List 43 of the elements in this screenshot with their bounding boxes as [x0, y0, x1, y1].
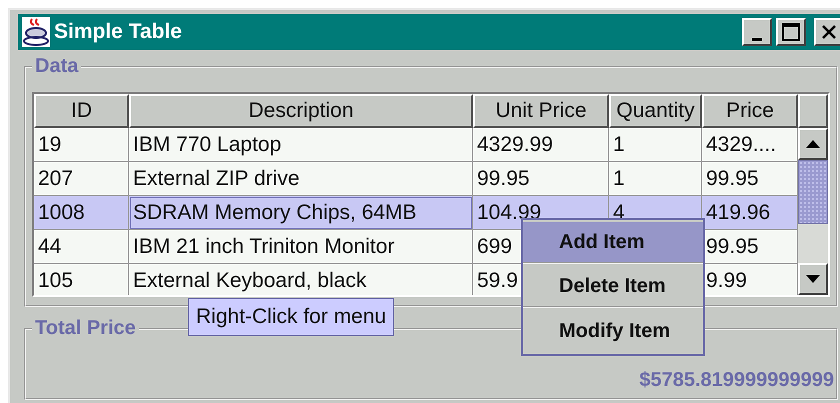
close-button[interactable] [814, 18, 840, 46]
total-price: $5785.819999999999 [639, 369, 834, 392]
window-title: Simple Table [54, 20, 183, 44]
table-cell: 19 [34, 128, 129, 162]
close-icon [821, 24, 837, 40]
tooltip: Right-Click for menu [188, 298, 394, 336]
table-cell: 99.95 [702, 230, 798, 264]
column-header[interactable]: Unit Price [473, 94, 609, 128]
coffee-cup-icon [22, 17, 50, 47]
table-cell: 1 [609, 128, 702, 162]
table-cell: 44 [34, 230, 129, 264]
table-cell: SDRAM Memory Chips, 64MB [129, 196, 473, 230]
scroll-thumb[interactable] [798, 160, 828, 224]
table-cell: 4329.... [702, 128, 798, 162]
table-cell: 99.95 [473, 162, 609, 196]
maximize-icon [782, 23, 800, 41]
table-cell: 419.96 [702, 196, 798, 230]
scroll-down-button[interactable] [798, 263, 828, 295]
menu-item[interactable]: Modify Item [523, 310, 703, 352]
menu-item[interactable]: Delete Item [523, 266, 703, 308]
column-header[interactable]: Quantity [609, 94, 702, 128]
down-arrow-icon [806, 275, 820, 283]
table-cell: 4329.99 [473, 128, 609, 162]
table-cell: IBM 770 Laptop [129, 128, 473, 162]
table-cell: IBM 21 inch Triniton Monitor [129, 230, 473, 264]
column-header[interactable]: ID [34, 94, 129, 128]
table-cell: 1008 [34, 196, 129, 230]
minimize-icon [752, 38, 762, 40]
table-cell: 99.95 [702, 162, 798, 196]
scroll-up-button[interactable] [798, 128, 828, 160]
column-header[interactable]: Description [129, 94, 473, 128]
table-cell: External ZIP drive [129, 162, 473, 196]
minimize-button[interactable] [742, 18, 772, 46]
up-arrow-icon [806, 140, 820, 148]
column-header[interactable]: Price [702, 94, 798, 128]
table-cell: 9.99 [702, 264, 798, 295]
header-corner [798, 94, 828, 128]
maximize-button[interactable] [776, 18, 806, 46]
table-cell: 105 [34, 264, 129, 295]
menu-item[interactable]: Add Item [523, 222, 703, 264]
table-cell: External Keyboard, black [129, 264, 473, 295]
table-cell: 207 [34, 162, 129, 196]
table-cell: 1 [609, 162, 702, 196]
